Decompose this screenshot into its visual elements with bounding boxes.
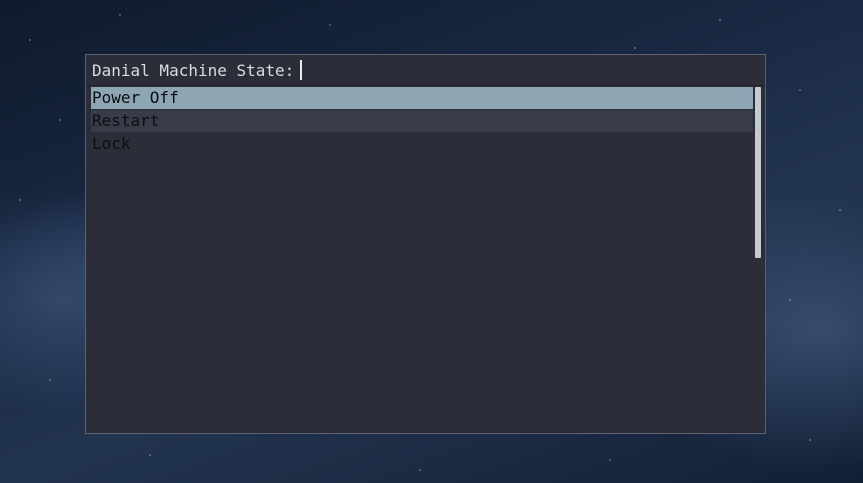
prompt-label: Danial Machine State: <box>92 60 295 80</box>
menu-item-power-off[interactable]: Power Off <box>91 87 753 109</box>
menu-item-restart[interactable]: Restart <box>91 110 753 132</box>
menu-list: Power Off Restart Lock <box>91 87 753 430</box>
scrollbar[interactable] <box>755 87 761 258</box>
text-cursor[interactable] <box>300 60 303 80</box>
menu-item-lock[interactable]: Lock <box>91 133 753 155</box>
prompt-bar[interactable]: Danial Machine State: <box>86 55 765 86</box>
app-launcher-window: Danial Machine State: Power Off Restart … <box>85 54 766 434</box>
